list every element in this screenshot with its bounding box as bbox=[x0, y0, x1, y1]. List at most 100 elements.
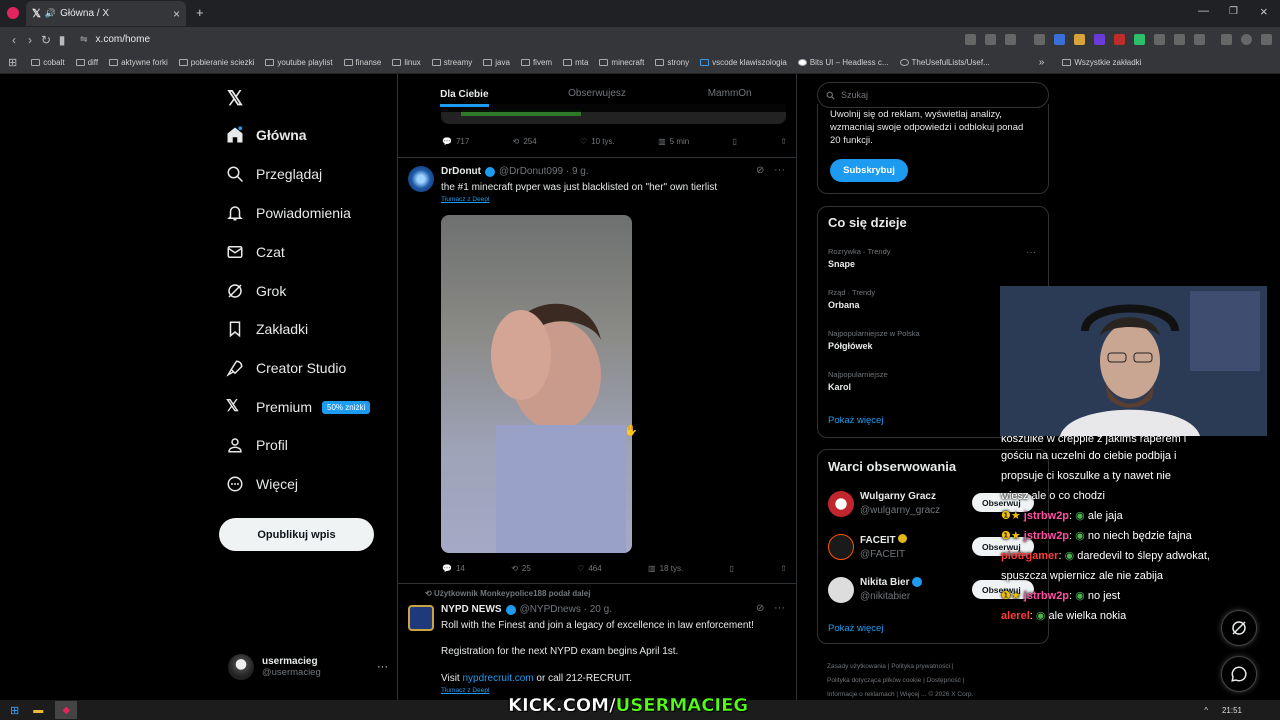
tray-chevron-icon[interactable]: ^ bbox=[1204, 706, 1208, 715]
nav-item-grok[interactable]: Grok bbox=[226, 282, 286, 300]
bookmark-item[interactable]: diff bbox=[75, 58, 98, 67]
profile-icon[interactable] bbox=[1240, 34, 1252, 45]
bookmark-item[interactable]: vscode klawiszologia bbox=[700, 58, 787, 67]
minimize-button[interactable]: — bbox=[1198, 5, 1209, 17]
browser-taskbar-icon[interactable]: ◆ bbox=[55, 701, 78, 719]
more-icon[interactable]: ··· bbox=[377, 661, 388, 673]
puzzle-icon[interactable] bbox=[1173, 34, 1185, 45]
bookmark-item[interactable]: minecraft bbox=[599, 58, 644, 67]
nav-item-notifications[interactable]: Powiadomienia bbox=[226, 204, 351, 222]
translate-link[interactable]: Tłumacz z Deepl bbox=[441, 687, 489, 694]
tab-for-you[interactable]: Dla Ciebie bbox=[398, 74, 531, 112]
tweet[interactable]: ⟲ Użytkownik Monkeypolice188 podał dalej… bbox=[398, 585, 796, 700]
views-button[interactable]: ▥ 18 tys. bbox=[648, 564, 683, 573]
footer-link[interactable]: Zasady użytkowania bbox=[827, 663, 886, 670]
nav-item-profile[interactable]: Profil bbox=[226, 436, 288, 454]
trend-item[interactable]: Najpopularniejsze w Polska Półgłówek bbox=[828, 329, 920, 351]
bookmark-item[interactable]: streamy bbox=[431, 58, 472, 67]
subscribe-button[interactable]: Subskrybuj bbox=[830, 159, 908, 182]
bookmark-item[interactable]: TheUsefulLists/Usef... bbox=[899, 58, 990, 67]
nav-item-chat[interactable]: Czat bbox=[226, 243, 285, 261]
trend-item[interactable]: Rozrywka · Trendy Snape bbox=[828, 247, 891, 269]
tweet-author-name[interactable]: NYPD NEWS bbox=[441, 604, 502, 615]
extension-icon[interactable] bbox=[1093, 34, 1105, 45]
restore-button[interactable]: ❐ bbox=[1229, 6, 1238, 17]
nav-item-more[interactable]: Więcej bbox=[226, 475, 298, 493]
tweet-video[interactable] bbox=[441, 215, 632, 553]
pause-icon[interactable] bbox=[1033, 34, 1045, 45]
repost-button[interactable]: ⟲ 254 bbox=[513, 137, 537, 146]
footer-link[interactable]: Informacje o reklamach bbox=[827, 691, 895, 698]
publish-post-button[interactable]: Opublikuj wpis bbox=[219, 518, 374, 551]
media-icon[interactable] bbox=[1220, 34, 1232, 45]
show-more-link[interactable]: Pokaż więcej bbox=[828, 415, 883, 426]
account-switcher[interactable]: usermacieg @usermacieg ··· bbox=[228, 654, 388, 680]
footer-link[interactable]: Polityka dotycząca plików cookie bbox=[827, 677, 921, 684]
nav-item-premium[interactable]: 𝕏 Premium 50% zniżki bbox=[226, 398, 371, 416]
sidebar-icon[interactable] bbox=[1193, 34, 1205, 45]
like-button[interactable]: ♡ 10 tys. bbox=[580, 137, 615, 146]
extension-icon[interactable] bbox=[1153, 34, 1165, 45]
avatar[interactable] bbox=[408, 166, 434, 192]
tweet-link[interactable]: nypdrecruit.com bbox=[463, 673, 534, 684]
reload-icon[interactable]: ↻ bbox=[38, 33, 54, 47]
translate-link[interactable]: Tłumacz z Deepl bbox=[441, 196, 489, 203]
site-info-icon[interactable]: ⇋ bbox=[80, 34, 88, 45]
more-icon[interactable]: ··· bbox=[1026, 247, 1036, 258]
tweet[interactable]: DrDonut @DrDonut099 · 9 g. ⊘ ··· the #1 … bbox=[398, 158, 796, 584]
shield-icon[interactable] bbox=[1004, 34, 1016, 45]
share-icon[interactable]: ⇧ bbox=[780, 137, 787, 146]
footer-link[interactable]: Polityka prywatności bbox=[891, 663, 950, 670]
follow-suggestion[interactable]: Wulgarny Gracz @wulgarny_gracz bbox=[828, 491, 940, 517]
extension-icon[interactable] bbox=[1073, 34, 1085, 45]
trend-item[interactable]: Rząd · Trendy Orbana bbox=[828, 288, 875, 310]
bookmark-icon[interactable]: ▯ bbox=[733, 137, 737, 146]
trend-item[interactable]: Najpopularniejsze Karol bbox=[828, 370, 888, 392]
nav-item-explore[interactable]: Przeglądaj bbox=[226, 165, 322, 183]
footer-link[interactable]: Dostępność bbox=[927, 677, 961, 684]
like-button[interactable]: ♡ 464 bbox=[577, 564, 602, 573]
bookmark-item[interactable]: aktywne forki bbox=[109, 58, 168, 67]
repost-button[interactable]: ⟲ 25 bbox=[511, 564, 531, 573]
extension-icon[interactable] bbox=[964, 34, 976, 45]
messages-floating-button[interactable] bbox=[1221, 656, 1257, 692]
footer-link[interactable]: Więcej ... bbox=[900, 691, 927, 698]
extension-icon[interactable] bbox=[1133, 34, 1145, 45]
apps-icon[interactable]: ⊞ bbox=[8, 56, 17, 69]
menu-icon[interactable] bbox=[1260, 34, 1272, 45]
bookmark-icon[interactable]: ▮ bbox=[54, 33, 70, 47]
grok-icon[interactable]: ⊘ bbox=[756, 165, 764, 176]
tab-list[interactable]: MammOn bbox=[663, 74, 796, 112]
share-icon[interactable]: ⇧ bbox=[780, 564, 787, 573]
back-icon[interactable]: ‹ bbox=[6, 33, 22, 47]
bookmark-item[interactable]: youtube playlist bbox=[265, 58, 333, 67]
extension-icon[interactable] bbox=[984, 34, 996, 45]
grok-icon[interactable]: ⊘ bbox=[756, 603, 764, 614]
reply-button[interactable]: 💬 717 bbox=[442, 137, 469, 146]
more-icon[interactable]: ··· bbox=[774, 164, 785, 176]
x-logo[interactable]: 𝕏 bbox=[227, 86, 243, 111]
extension-icon[interactable] bbox=[1113, 34, 1125, 45]
bookmark-icon[interactable]: ▯ bbox=[730, 564, 734, 573]
url-field[interactable]: x.com/home bbox=[96, 34, 956, 45]
all-bookmarks[interactable]: Wszystkie zakładki bbox=[1062, 58, 1141, 67]
forward-icon[interactable]: › bbox=[22, 33, 38, 47]
bookmark-item[interactable]: finanse bbox=[343, 58, 381, 67]
bookmark-item[interactable]: cobalt bbox=[31, 58, 65, 67]
bookmark-item[interactable]: java bbox=[483, 58, 510, 67]
nav-item-creator-studio[interactable]: Creator Studio bbox=[226, 359, 346, 377]
tweet-author-name[interactable]: DrDonut bbox=[441, 166, 481, 177]
bookmark-item[interactable]: linux bbox=[392, 58, 421, 67]
bookmark-item[interactable]: strony bbox=[655, 58, 689, 67]
follow-suggestion[interactable]: Nikita Bier @nikitabier bbox=[828, 577, 923, 603]
nav-item-home[interactable]: Główna bbox=[226, 126, 307, 144]
bookmark-item[interactable]: mta bbox=[563, 58, 588, 67]
clock[interactable]: 21:51 bbox=[1222, 706, 1242, 715]
nav-item-bookmarks[interactable]: Zakładki bbox=[226, 320, 308, 338]
explorer-icon[interactable]: ▬ bbox=[33, 705, 43, 716]
reply-button[interactable]: 💬 14 bbox=[442, 564, 465, 573]
tweet-author-handle[interactable]: @DrDonut099 · 9 g. bbox=[499, 166, 589, 177]
close-window-button[interactable]: × bbox=[1260, 4, 1268, 19]
avatar[interactable] bbox=[408, 605, 434, 631]
bookmark-item[interactable]: fivem bbox=[520, 58, 552, 67]
